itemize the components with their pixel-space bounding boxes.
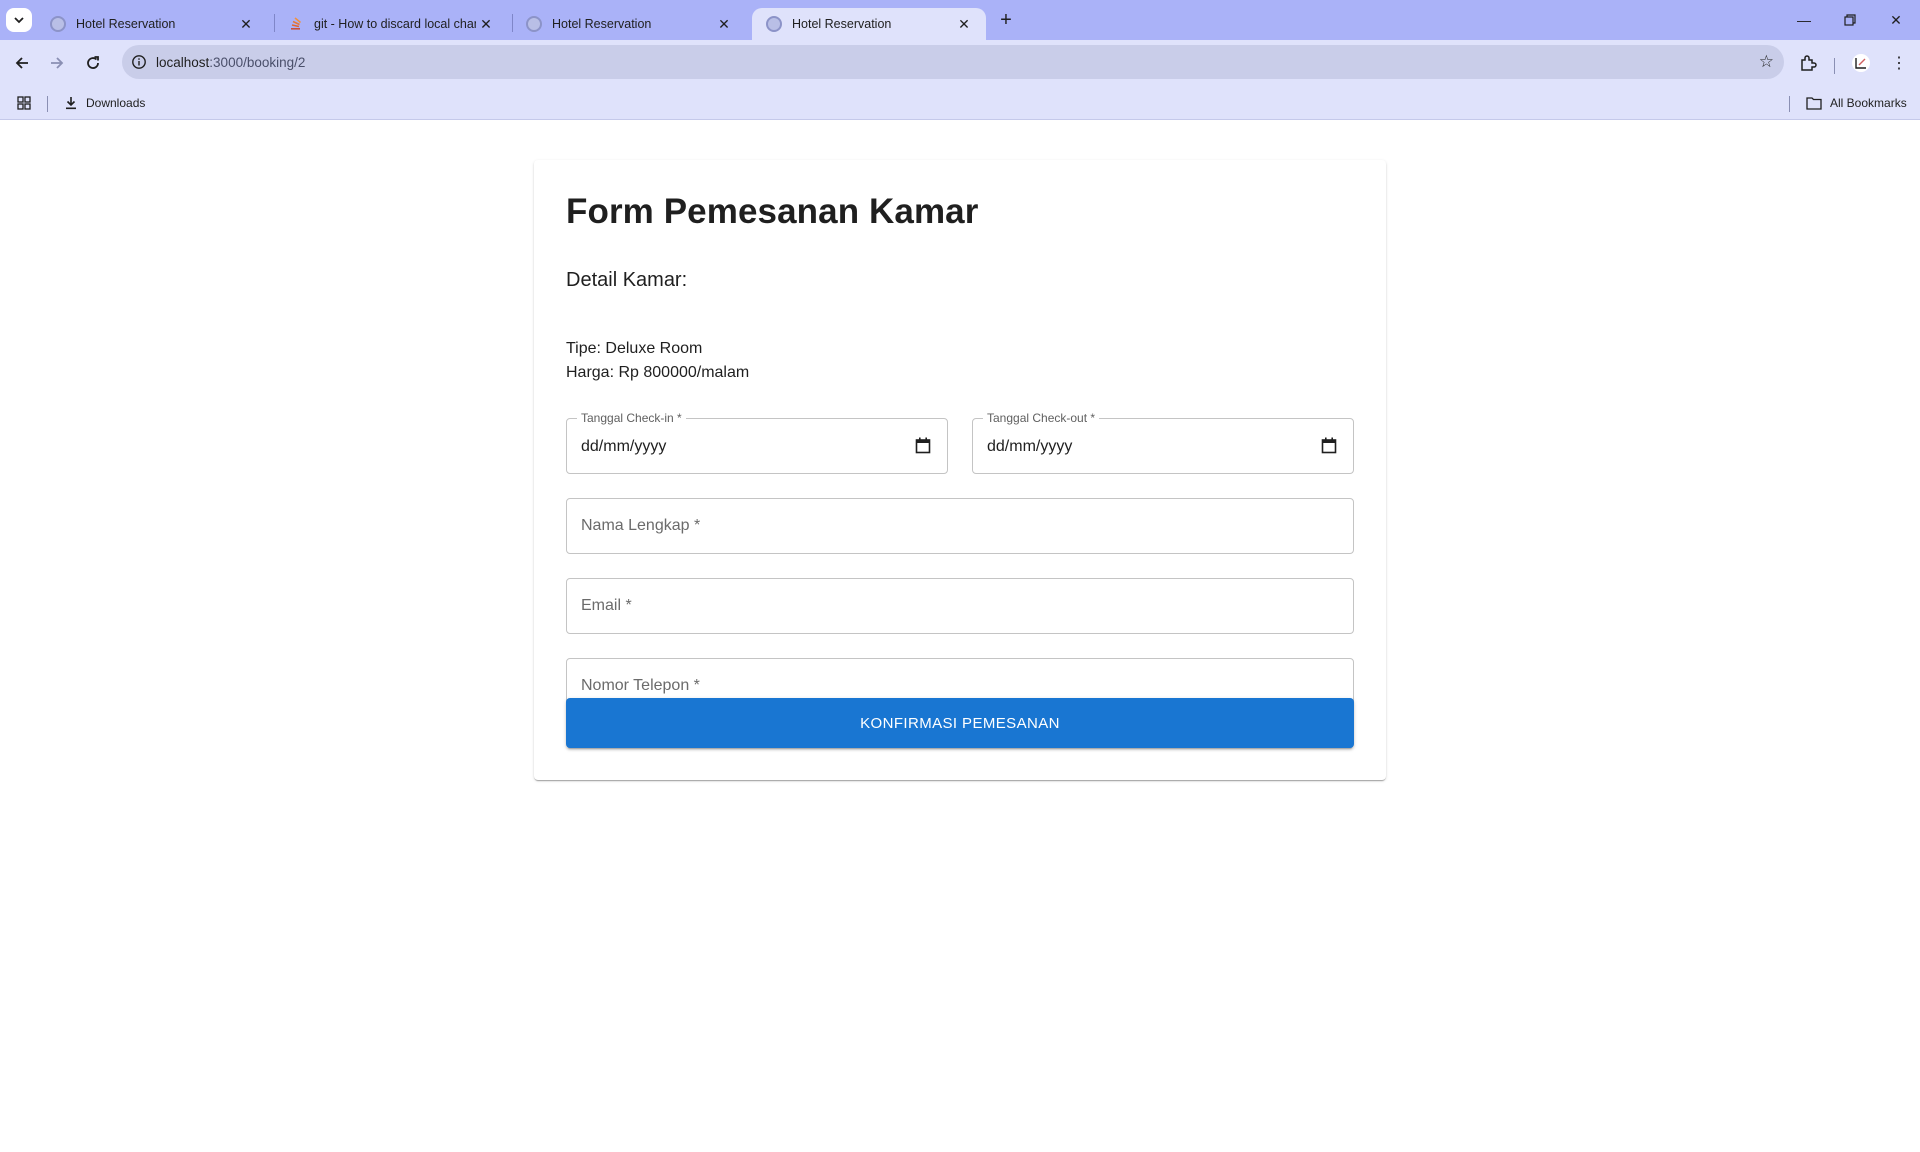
confirm-booking-button[interactable]: KONFIRMASI PEMESANAN <box>566 698 1354 748</box>
close-icon[interactable]: ✕ <box>714 14 734 34</box>
tab-search-button[interactable] <box>6 8 32 32</box>
checkin-label: Tanggal Check-in * <box>577 411 686 425</box>
extensions-button[interactable] <box>1793 48 1823 78</box>
room-price: Harga: Rp 800000/malam <box>566 364 750 381</box>
tab-title: git - How to discard local chang <box>314 17 476 31</box>
restore-icon <box>1844 14 1856 26</box>
url-text: localhost:3000/booking/2 <box>156 55 305 70</box>
room-type: Tipe: Deluxe Room <box>566 340 703 357</box>
apps-button[interactable] <box>16 92 32 114</box>
close-icon[interactable]: ✕ <box>954 14 974 34</box>
tab-title: Hotel Reservation <box>552 17 652 31</box>
booking-form-card: Form Pemesanan Kamar Detail Kamar: Tipe:… <box>534 160 1386 780</box>
close-window-button[interactable]: ✕ <box>1873 0 1919 40</box>
chevron-down-icon <box>14 17 24 24</box>
url-host: localhost <box>156 54 210 70</box>
globe-icon <box>526 16 542 32</box>
bookmark-label: Downloads <box>86 96 146 110</box>
url-path: :3000/booking/2 <box>209 54 306 70</box>
toolbar-separator <box>1834 58 1835 74</box>
tab-title: Hotel Reservation <box>76 17 176 31</box>
checkout-value: dd/mm/yyyy <box>987 438 1073 455</box>
room-detail-heading: Detail Kamar: <box>566 269 688 291</box>
stackoverflow-icon <box>288 16 304 32</box>
globe-icon <box>766 16 782 32</box>
page-content: Form Pemesanan Kamar Detail Kamar: Tipe:… <box>0 121 1920 1152</box>
reload-icon <box>87 56 99 69</box>
menu-button[interactable]: ⋮ <box>1884 48 1914 78</box>
close-icon: ✕ <box>1890 11 1902 28</box>
phone-placeholder: Nomor Telepon * <box>581 677 700 694</box>
puzzle-icon <box>1801 55 1817 71</box>
download-icon <box>64 96 78 110</box>
browser-toolbar: localhost:3000/booking/2 ☆ ⋮ <box>0 40 1920 86</box>
arrow-right-icon <box>51 57 64 69</box>
profile-icon <box>1852 54 1870 72</box>
minimize-button[interactable]: — <box>1781 0 1827 40</box>
page-title: Form Pemesanan Kamar <box>566 192 979 231</box>
more-vert-icon: ⋮ <box>1891 55 1907 72</box>
site-info-icon[interactable] <box>122 54 156 70</box>
checkin-value: dd/mm/yyyy <box>581 438 667 455</box>
checkout-label: Tanggal Check-out * <box>983 411 1100 425</box>
bookmarks-bar: Downloads All Bookmarks <box>0 86 1920 120</box>
all-bookmarks-button[interactable]: All Bookmarks <box>1806 92 1907 114</box>
apps-grid-icon <box>17 96 31 110</box>
profile-button[interactable] <box>1846 48 1876 78</box>
tab-hotel-reservation-1[interactable]: Hotel Reservation ✕ <box>36 8 268 40</box>
globe-icon <box>50 16 66 32</box>
reload-button[interactable] <box>78 48 108 78</box>
full-name-placeholder: Nama Lengkap * <box>581 517 701 534</box>
bookmarks-separator <box>1789 96 1790 112</box>
bookmark-label: All Bookmarks <box>1830 96 1907 110</box>
forward-button[interactable] <box>42 48 72 78</box>
email-field[interactable]: Email * <box>566 578 1354 634</box>
checkin-date-field[interactable]: Tanggal Check-in * dd/mm/yyyy <box>566 411 948 474</box>
address-bar[interactable]: localhost:3000/booking/2 ☆ <box>122 45 1784 79</box>
bookmark-star-icon[interactable]: ☆ <box>1759 52 1774 72</box>
tab-hotel-reservation-active[interactable]: Hotel Reservation ✕ <box>752 8 986 40</box>
calendar-icon[interactable] <box>915 437 931 454</box>
checkout-date-field[interactable]: Tanggal Check-out * dd/mm/yyyy <box>972 411 1354 474</box>
close-icon[interactable]: ✕ <box>236 14 256 34</box>
full-name-field[interactable]: Nama Lengkap * <box>566 498 1354 554</box>
tab-title: Hotel Reservation <box>792 17 892 31</box>
tab-hotel-reservation-2[interactable]: Hotel Reservation ✕ <box>512 8 746 40</box>
back-button[interactable] <box>7 48 37 78</box>
close-icon[interactable]: ✕ <box>476 14 496 34</box>
restore-button[interactable] <box>1827 0 1873 40</box>
tab-strip: Hotel Reservation ✕ git - How to discard… <box>0 0 1920 40</box>
calendar-icon[interactable] <box>1321 437 1337 454</box>
minimize-icon: — <box>1797 12 1811 28</box>
plus-icon: + <box>1000 8 1012 31</box>
tab-git-discard[interactable]: git - How to discard local chang ✕ <box>274 8 508 40</box>
new-tab-button[interactable]: + <box>992 8 1020 32</box>
arrow-left-icon <box>15 57 28 69</box>
bookmarks-separator <box>47 96 48 112</box>
email-placeholder: Email * <box>581 597 632 614</box>
bookmark-downloads[interactable]: Downloads <box>64 92 145 114</box>
folder-icon <box>1806 96 1822 110</box>
